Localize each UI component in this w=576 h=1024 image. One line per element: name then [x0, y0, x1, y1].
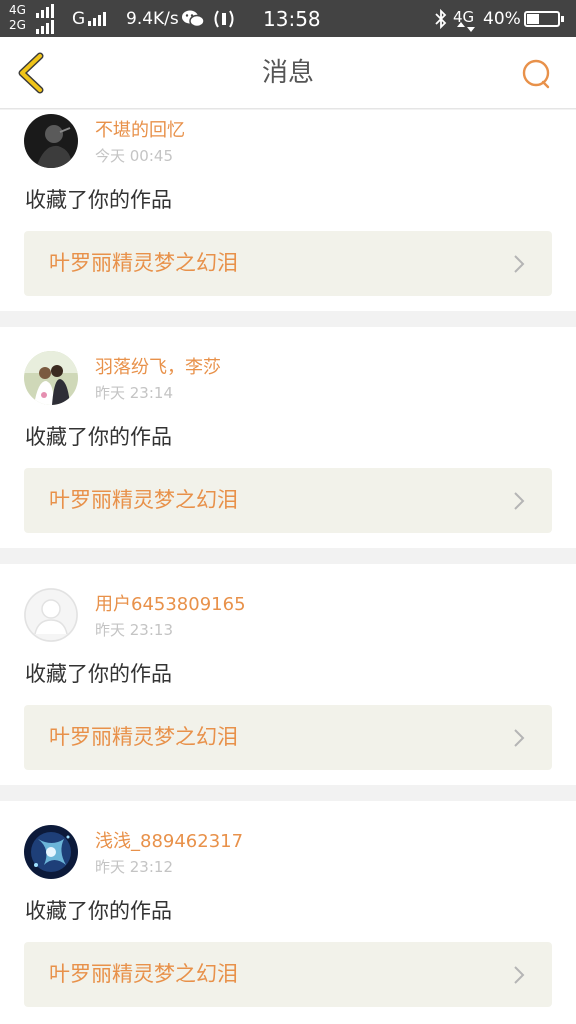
username[interactable]: 用户6453809165: [95, 594, 246, 616]
message-time: 昨天 23:12: [95, 858, 173, 876]
message-time: 今天 00:45: [95, 147, 173, 165]
app-header: 消息: [0, 37, 576, 109]
work-link[interactable]: 叶罗丽精灵梦之幻泪: [24, 705, 552, 770]
clock: 13:58: [263, 7, 321, 31]
work-title: 叶罗丽精灵梦之幻泪: [49, 725, 238, 749]
dark-photo-avatar[interactable]: [24, 114, 78, 168]
search-icon: [522, 59, 550, 89]
battery-percent: 40%: [483, 9, 521, 29]
work-title: 叶罗丽精灵梦之幻泪: [49, 962, 238, 986]
hotspot-icon: [214, 10, 234, 28]
chevron-right-icon: [514, 492, 525, 510]
action-text: 收藏了你的作品: [25, 425, 172, 449]
work-link[interactable]: 叶罗丽精灵梦之幻泪: [24, 231, 552, 296]
page-title: 消息: [261, 58, 314, 88]
action-text: 收藏了你的作品: [25, 899, 172, 923]
battery-icon: [524, 11, 560, 27]
chevron-right-icon: [514, 966, 525, 984]
status-bar: 4G 2G G 9.4K/s 13:58 4G 40%: [0, 0, 576, 37]
search-button[interactable]: [516, 55, 556, 95]
network-speed: 9.4K/s: [126, 9, 179, 29]
signal-icon-2: [36, 20, 60, 34]
work-title: 叶罗丽精灵梦之幻泪: [49, 251, 238, 275]
action-text: 收藏了你的作品: [25, 188, 172, 212]
default-user-avatar[interactable]: [24, 588, 78, 642]
network-g-label: G: [72, 9, 86, 29]
anime-avatar[interactable]: [24, 825, 78, 879]
signal-icon-3: [88, 12, 112, 26]
username[interactable]: 浅浅_889462317: [95, 831, 243, 853]
message-card: 不堪的回忆 今天 00:45 收藏了你的作品 叶罗丽精灵梦之幻泪: [0, 110, 576, 311]
wedding-photo-avatar[interactable]: [24, 351, 78, 405]
work-link[interactable]: 叶罗丽精灵梦之幻泪: [24, 942, 552, 1007]
work-link[interactable]: 叶罗丽精灵梦之幻泪: [24, 468, 552, 533]
battery-tip: [561, 16, 564, 22]
chevron-right-icon: [514, 255, 525, 273]
chevron-right-icon: [514, 729, 525, 747]
network-type-bottom: 2G: [9, 18, 26, 32]
message-time: 昨天 23:14: [95, 384, 173, 402]
battery-level: [527, 14, 539, 24]
message-card: 羽落纷飞，李莎 昨天 23:14 收藏了你的作品 叶罗丽精灵梦之幻泪: [0, 327, 576, 548]
message-card: 用户6453809165 昨天 23:13 收藏了你的作品 叶罗丽精灵梦之幻泪: [0, 564, 576, 785]
work-title: 叶罗丽精灵梦之幻泪: [49, 488, 238, 512]
action-text: 收藏了你的作品: [25, 662, 172, 686]
network-type-top: 4G: [9, 3, 26, 17]
message-card: 浅浅_889462317 昨天 23:12 收藏了你的作品 叶罗丽精灵梦之幻泪: [0, 801, 576, 1024]
messages-screen: 4G 2G G 9.4K/s 13:58 4G 40% 消息 不堪的回忆 今天 …: [0, 0, 576, 1024]
bluetooth-icon: [435, 8, 447, 30]
username[interactable]: 不堪的回忆: [95, 120, 185, 142]
signal-icon: [36, 4, 60, 18]
data-transfer-icon: [457, 22, 475, 32]
message-time: 昨天 23:13: [95, 621, 173, 639]
wechat-icon: [182, 10, 205, 28]
network-type-indicator: 4G 2G: [9, 3, 37, 33]
username[interactable]: 羽落纷飞，李莎: [95, 357, 221, 379]
